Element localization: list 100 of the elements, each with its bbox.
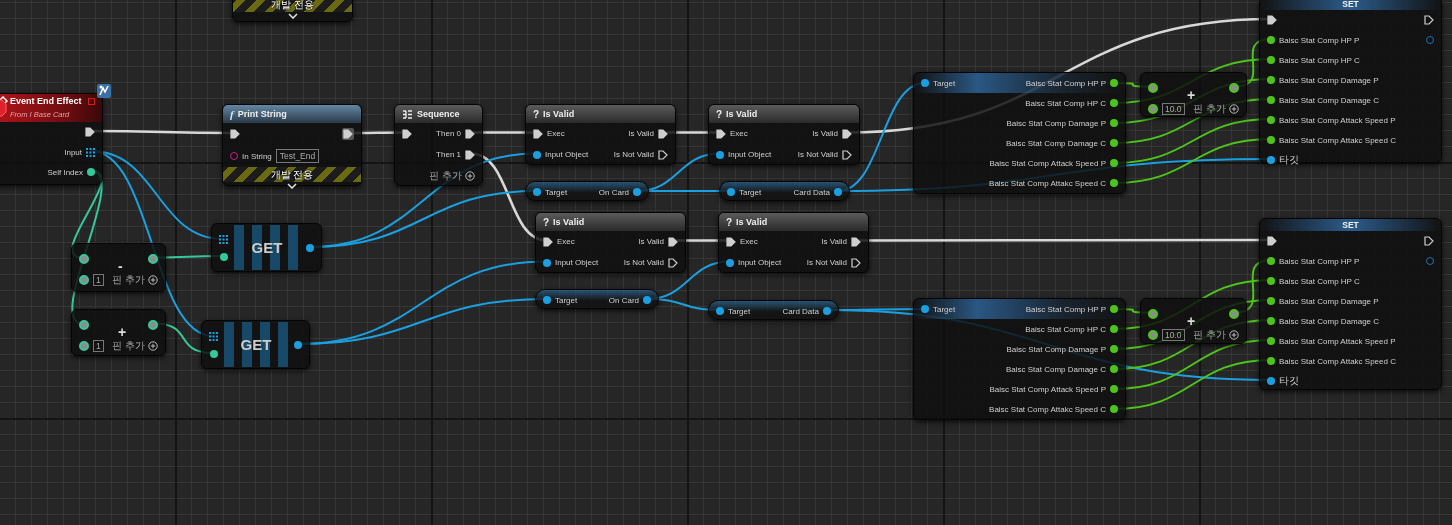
exec-pin[interactable] bbox=[85, 127, 95, 137]
graph-node[interactable]: ? Is Valid Exec Is Valid Input Object Is Not Valid bbox=[535, 212, 686, 273]
data-pin[interactable] bbox=[1267, 257, 1275, 265]
exec-pin[interactable] bbox=[716, 128, 726, 139]
data-pin[interactable] bbox=[1148, 82, 1158, 93]
input-field[interactable]: 10.0 bbox=[1162, 102, 1185, 115]
add-pin-button[interactable]: 핀 추가 bbox=[429, 168, 475, 183]
data-pin[interactable] bbox=[727, 188, 735, 196]
data-pin[interactable] bbox=[1110, 159, 1118, 167]
data-pin[interactable] bbox=[1267, 156, 1275, 164]
data-pin[interactable] bbox=[1110, 79, 1118, 87]
data-pin[interactable] bbox=[1110, 139, 1118, 147]
data-pin[interactable] bbox=[1110, 305, 1118, 313]
exec-pin[interactable] bbox=[1267, 236, 1277, 246]
data-pin[interactable] bbox=[209, 349, 218, 358]
input-field[interactable]: 1 bbox=[93, 339, 104, 352]
data-pin[interactable] bbox=[1267, 76, 1275, 84]
graph-node[interactable]: Sequence Then 0 Then 1 핀 추가 bbox=[394, 104, 483, 186]
data-pin[interactable] bbox=[1110, 345, 1118, 353]
exec-pin[interactable] bbox=[1424, 15, 1434, 25]
graph-node[interactable]: 개발 전용 bbox=[232, 0, 353, 22]
data-pin[interactable] bbox=[726, 258, 734, 267]
data-pin[interactable] bbox=[1110, 119, 1118, 127]
graph-node[interactable]: f Print String In String Test_End 개발 전용 bbox=[222, 104, 362, 186]
exec-pin[interactable] bbox=[842, 149, 852, 160]
data-pin[interactable] bbox=[716, 307, 724, 315]
chevron-down-icon[interactable] bbox=[287, 13, 298, 19]
data-pin[interactable] bbox=[87, 168, 95, 176]
data-pin[interactable] bbox=[294, 340, 302, 349]
add-pin-button[interactable]: 핀 추가 bbox=[1193, 101, 1239, 116]
graph-node[interactable]: 1 핀 추가 - bbox=[71, 243, 166, 292]
data-pin[interactable] bbox=[1267, 377, 1275, 385]
data-pin[interactable] bbox=[306, 243, 314, 252]
data-pin[interactable] bbox=[533, 150, 541, 159]
graph-node[interactable]: SET Baisc Stat Comp HP P Baisc Stat Comp HP C Baisc Stat Comp Damage P Baisc Stat Comp Damage C Baisc Stat Comp Attack Speed P Baisc Stat Comp Attakc Speed C 타깃 bbox=[1259, 0, 1442, 163]
graph-node[interactable]: 10.0 핀 추가 + bbox=[1140, 72, 1247, 117]
exec-pin[interactable] bbox=[533, 128, 543, 139]
graph-node[interactable]: Target Card Data bbox=[708, 300, 839, 320]
graph-node[interactable]: Target Card Data bbox=[719, 181, 850, 201]
exec-pin[interactable] bbox=[668, 257, 678, 268]
data-pin[interactable] bbox=[1110, 365, 1118, 373]
graph-node[interactable]: Target Baisc Stat Comp HP P Baisc Stat Comp HP C Baisc Stat Comp Damage P Baisc Stat Comp Damage C Baisc Stat Comp Attack Speed P Baisc Stat Comp Attakc Speed C bbox=[913, 298, 1126, 420]
data-pin[interactable] bbox=[1148, 103, 1158, 114]
data-pin[interactable] bbox=[219, 252, 228, 261]
graph-node[interactable]: ? Is Valid Exec Is Valid Input Object Is Not Valid bbox=[525, 104, 676, 165]
data-pin[interactable] bbox=[1267, 36, 1275, 44]
add-pin-button[interactable]: 핀 추가 bbox=[1193, 327, 1239, 342]
data-pin[interactable] bbox=[1229, 308, 1239, 319]
chevron-down-icon[interactable] bbox=[287, 183, 297, 189]
data-pin[interactable] bbox=[643, 296, 651, 304]
data-pin[interactable] bbox=[1110, 99, 1118, 107]
exec-pin[interactable] bbox=[668, 236, 678, 247]
exec-pin[interactable] bbox=[230, 129, 240, 139]
graph-node[interactable]: GET bbox=[201, 320, 310, 369]
data-pin[interactable] bbox=[921, 305, 929, 313]
array-pin[interactable] bbox=[209, 331, 218, 341]
data-pin[interactable] bbox=[1110, 325, 1118, 333]
array-pin[interactable] bbox=[219, 234, 228, 244]
data-pin[interactable] bbox=[921, 79, 929, 87]
exec-pin[interactable] bbox=[851, 257, 861, 268]
exec-pin[interactable] bbox=[543, 236, 553, 247]
input-field[interactable]: 1 bbox=[93, 273, 104, 286]
data-pin[interactable] bbox=[79, 340, 89, 351]
exec-pin[interactable] bbox=[658, 149, 668, 160]
data-pin[interactable] bbox=[533, 188, 541, 196]
data-pin[interactable] bbox=[1267, 357, 1275, 365]
data-pin[interactable] bbox=[1267, 96, 1275, 104]
data-pin[interactable] bbox=[148, 319, 158, 330]
data-pin[interactable] bbox=[1148, 329, 1158, 340]
exec-pin[interactable] bbox=[402, 128, 412, 139]
exec-pin[interactable] bbox=[726, 236, 736, 247]
add-pin-button[interactable]: 핀 추가 bbox=[112, 338, 158, 353]
data-pin[interactable] bbox=[1148, 308, 1158, 319]
data-pin[interactable] bbox=[1229, 82, 1239, 93]
exec-pin[interactable] bbox=[465, 128, 475, 139]
array-pin[interactable] bbox=[86, 147, 95, 157]
graph-node[interactable]: 1 핀 추가 + bbox=[71, 309, 166, 356]
data-pin[interactable] bbox=[1267, 277, 1275, 285]
data-pin[interactable] bbox=[543, 258, 551, 267]
data-pin[interactable] bbox=[79, 274, 89, 285]
graph-node[interactable]: Target On Card bbox=[525, 181, 649, 201]
input-field[interactable]: Test_End bbox=[275, 149, 320, 163]
graph-node[interactable]: ? Is Valid Exec Is Valid Input Object Is Not Valid bbox=[718, 212, 869, 273]
data-pin[interactable] bbox=[1267, 317, 1275, 325]
exec-pin[interactable] bbox=[465, 149, 475, 160]
data-pin[interactable] bbox=[1267, 116, 1275, 124]
add-pin-button[interactable]: 핀 추가 bbox=[112, 272, 158, 287]
data-pin[interactable] bbox=[1267, 136, 1275, 144]
data-pin[interactable] bbox=[79, 319, 89, 330]
data-pin[interactable] bbox=[1110, 179, 1118, 187]
data-pin[interactable] bbox=[834, 188, 842, 196]
graph-node[interactable]: Target On Card bbox=[535, 289, 659, 309]
data-pin[interactable] bbox=[1267, 297, 1275, 305]
input-field[interactable]: 10.0 bbox=[1162, 328, 1185, 341]
graph-node[interactable]: ? Is Valid Exec Is Valid Input Object Is Not Valid bbox=[708, 104, 860, 165]
data-pin[interactable] bbox=[823, 307, 831, 315]
data-pin[interactable] bbox=[1267, 337, 1275, 345]
data-pin[interactable] bbox=[1110, 405, 1118, 413]
graph-node[interactable]: GET bbox=[211, 223, 322, 272]
data-pin[interactable] bbox=[1267, 56, 1275, 64]
